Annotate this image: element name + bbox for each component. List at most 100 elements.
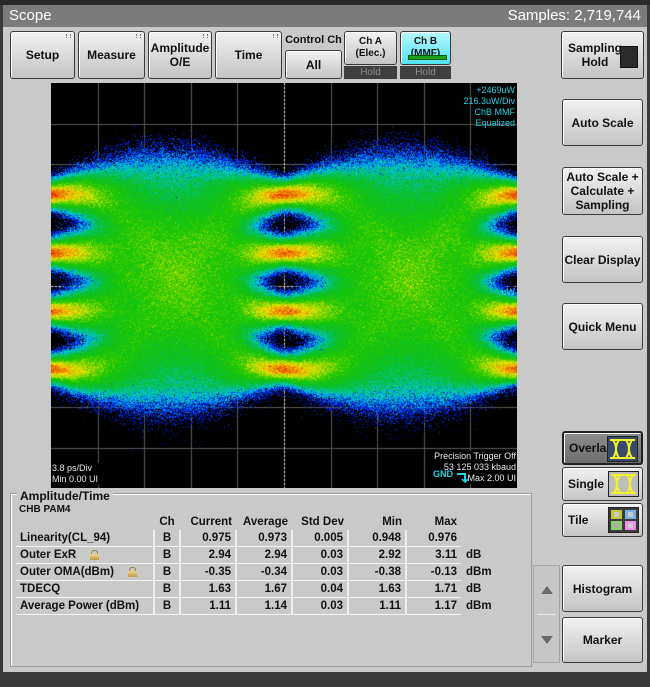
measurement-ch-text: B [163, 549, 171, 561]
measurement-unit-text: dB [466, 583, 481, 595]
title-bar: Scope Samples: 2,719,744 [3, 5, 647, 27]
sampling-hold-button[interactable]: SamplingHold [561, 31, 644, 79]
measurement-current-text: 2.94 [209, 549, 231, 561]
sampling-text: Sampling [568, 41, 622, 55]
col-min: Min [348, 514, 406, 530]
measurement-name: TDECQ [16, 581, 154, 598]
table-row[interactable]: Average Power (dBm)B1.111.140.031.111.17… [16, 598, 499, 615]
measurement-max: 3.11 [406, 547, 461, 564]
asc-line3: Sampling [575, 198, 629, 212]
clear-display-button[interactable]: Clear Display [562, 236, 643, 283]
measurement-min-text: 0.948 [372, 532, 401, 544]
scroll-down-icon[interactable] [541, 636, 553, 644]
control-ch-label: Control Ch [285, 34, 342, 46]
setup-button[interactable]: Setup [10, 31, 75, 79]
measurement-min: 1.11 [348, 598, 406, 615]
auto-scale-calculate-sampling-button[interactable]: Auto Scale +Calculate +Sampling [562, 167, 643, 215]
measurement-max: 0.976 [406, 530, 461, 547]
measurement-unit: dBm [461, 598, 499, 615]
ch-b-hold-indicator: Hold [400, 66, 451, 79]
measurement-max-text: 1.17 [435, 600, 457, 612]
measurement-current: 2.94 [180, 547, 236, 564]
measurement-name-text: Outer ExR [20, 549, 76, 561]
eye-diagram-canvas [51, 83, 517, 488]
measurement-current-text: 1.11 [209, 600, 231, 612]
oe-label: O/E [170, 55, 191, 69]
col-average: Average [236, 514, 292, 530]
measurement-max-text: 1.71 [435, 583, 457, 595]
measurement-ch: B [154, 598, 180, 615]
eye-diagram-display[interactable]: +2469uW 216.3uW/Div ChB MMF Equalized uW… [51, 83, 517, 488]
ch-b-label: Ch B [414, 36, 437, 48]
quick-menu-button[interactable]: Quick Menu [562, 303, 643, 350]
table-row[interactable]: TDECQB1.631.670.041.631.71dB [16, 581, 499, 598]
amplitude-label: Amplitude [151, 41, 210, 55]
measurement-max: 1.71 [406, 581, 461, 598]
measurement-ch-text: B [163, 566, 171, 578]
measurement-average: 0.973 [236, 530, 292, 547]
measurement-table: Ch Current Average Std Dev Min Max Linea… [16, 514, 499, 615]
trace-offset: +2469uW [463, 85, 515, 96]
trace-equalized: Equalized [463, 118, 515, 129]
measurement-panel: Amplitude/Time CHB PAM4 Ch Current Avera… [10, 493, 532, 667]
menu-scroll-panel [533, 565, 560, 663]
time-button[interactable]: Time [215, 31, 282, 79]
marker-button[interactable]: Marker [562, 617, 643, 663]
overlap-view-button[interactable]: Overlap [562, 431, 643, 465]
tile-view-button[interactable]: Tile [562, 503, 643, 537]
measurement-average-text: 1.14 [265, 600, 287, 612]
table-row[interactable]: Outer OMA(dBm)B-0.35-0.340.03-0.38-0.13d… [16, 564, 499, 581]
scroll-up-icon[interactable] [541, 586, 553, 594]
measurement-max-text: -0.13 [431, 566, 457, 578]
measurement-current-text: 0.975 [202, 532, 231, 544]
measurement-ch-text: B [163, 600, 171, 612]
trace-channel: ChB MMF [463, 107, 515, 118]
measurement-stddev: 0.005 [292, 530, 348, 547]
col-max: Max [406, 514, 461, 530]
time-label: Time [235, 48, 263, 62]
ch-a-button[interactable]: Ch A(Elec.) [344, 31, 397, 65]
amplitude-oe-button[interactable]: AmplitudeO/E [148, 31, 212, 79]
measurement-name: Outer ExR [16, 547, 154, 564]
measurement-ch-text: B [163, 532, 171, 544]
control-ch-all-button[interactable]: All [285, 50, 342, 79]
measurement-min: -0.38 [348, 564, 406, 581]
histogram-label: Histogram [573, 582, 632, 596]
measurement-average-text: 2.94 [265, 549, 287, 561]
measurement-ch: B [154, 564, 180, 581]
time-per-div: 3.8 ps/Div [52, 463, 98, 474]
histogram-button[interactable]: Histogram [562, 565, 643, 612]
col-ch: Ch [154, 514, 180, 530]
asc-line1: Auto Scale + [566, 170, 638, 184]
measurement-min-text: 1.63 [379, 583, 401, 595]
ch-b-active-bar [408, 55, 447, 60]
single-label: Single [568, 477, 604, 491]
measurement-current-text: -0.35 [205, 566, 231, 578]
measurement-ch-text: B [163, 583, 171, 595]
ch-b-button[interactable]: Ch B(MMF) [400, 31, 451, 65]
sampling-hold-label: SamplingHold [568, 41, 622, 69]
time-scale-info: 3.8 ps/Div Min 0.00 UI [52, 463, 100, 485]
measurement-current-text: 1.63 [209, 583, 231, 595]
measurement-average: 2.94 [236, 547, 292, 564]
gnd-marker[interactable]: GND [433, 469, 470, 483]
ch-a-hold-indicator: Hold [344, 66, 397, 79]
auto-scale-button[interactable]: Auto Scale [562, 99, 643, 146]
lock-icon [128, 567, 137, 577]
measurement-max-text: 0.976 [428, 532, 457, 544]
single-view-button[interactable]: Single [562, 467, 643, 501]
measurement-min-text: -0.38 [375, 566, 401, 578]
measurement-stddev: 0.03 [292, 598, 348, 615]
scroll-divider [537, 614, 556, 615]
measurement-min-text: 1.11 [379, 600, 401, 612]
table-row[interactable]: Outer ExRB2.942.940.032.923.11dB [16, 547, 499, 564]
col-current: Current [180, 514, 236, 530]
measurement-unit [461, 530, 499, 547]
measurement-max: 1.17 [406, 598, 461, 615]
measurement-current: 1.63 [180, 581, 236, 598]
samples-count: Samples: 2,719,744 [508, 7, 641, 24]
col-name [16, 514, 154, 530]
table-row[interactable]: Linearity(CL_94)B0.9750.9730.0050.9480.9… [16, 530, 499, 547]
col-stddev: Std Dev [292, 514, 348, 530]
measure-button[interactable]: Measure [78, 31, 145, 79]
